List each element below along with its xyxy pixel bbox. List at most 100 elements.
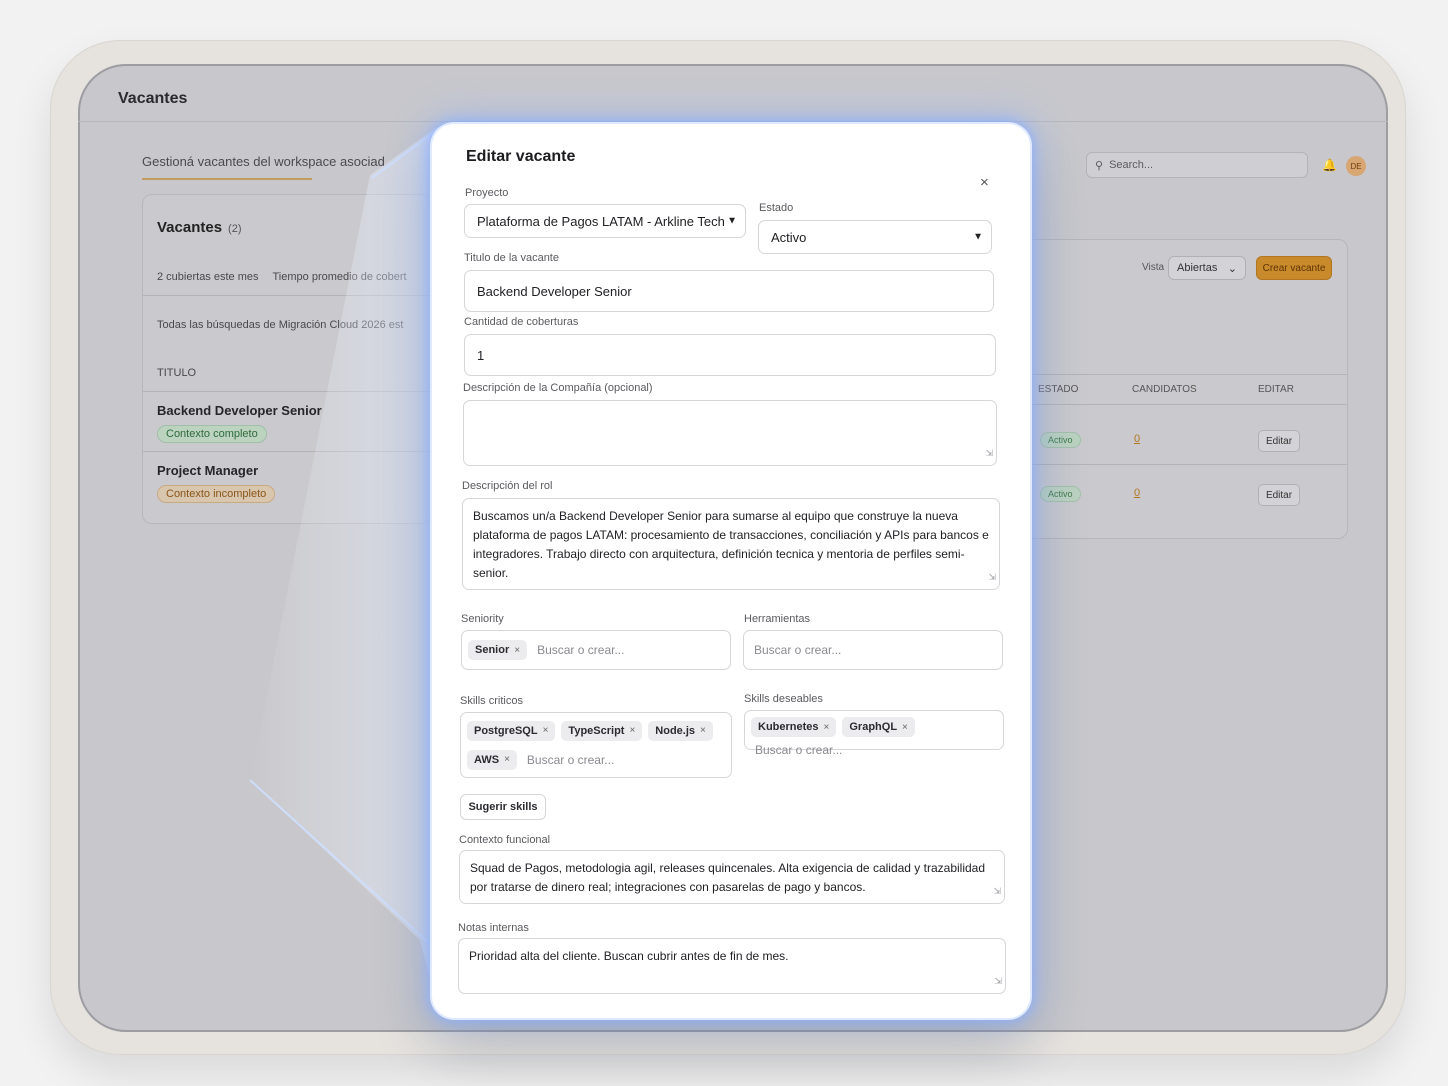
page-subtitle: Gestioná vacantes del workspace asociad (142, 154, 385, 169)
cantidad-label: Cantidad de coberturas (464, 316, 579, 328)
close-icon[interactable]: × (980, 174, 989, 191)
edit-button[interactable]: Editar (1258, 484, 1300, 506)
remove-icon[interactable]: × (824, 722, 830, 733)
tag-postgresql[interactable]: PostgreSQL × (467, 720, 556, 741)
tag-senior[interactable]: Senior × (468, 640, 528, 660)
desc-compania-textarea[interactable]: ⇲ (463, 400, 997, 466)
divider (1018, 464, 1348, 465)
desc-compania-label: Descripción de la Compañía (opcional) (463, 382, 653, 394)
vista-value: Abiertas (1177, 262, 1218, 274)
chevron-down-icon: ▼ (973, 231, 983, 243)
sugerir-skills-button[interactable]: Sugerir skills (460, 794, 546, 820)
tag-search-placeholder[interactable]: Buscar o crear... (523, 753, 614, 767)
notas-label: Notas internas (458, 922, 529, 934)
vacante-title-pm[interactable]: Project Manager (157, 463, 258, 478)
column-header-candidatos: CANDIDATOS (1132, 384, 1197, 395)
proyecto-select[interactable]: Plataforma de Pagos LATAM - Arkline Tech… (464, 204, 746, 238)
candidatos-link[interactable]: 0 (1134, 487, 1140, 499)
stat-tiempo: Tiempo promedio de cobert (272, 271, 407, 283)
estado-pill: Activo (1040, 432, 1081, 448)
proyecto-label: Proyecto (465, 187, 509, 199)
skills-criticos-tag-input[interactable]: PostgreSQL × TypeScript × Node.js × AWS × Bu… (460, 712, 732, 778)
remove-icon[interactable]: × (700, 725, 706, 736)
avatar[interactable]: DE (1346, 156, 1366, 176)
contexto-label: Contexto funcional (459, 834, 551, 846)
tag-typescript[interactable]: TypeScript × (561, 720, 643, 741)
tag-label: PostgreSQL (474, 724, 538, 737)
vista-label: Vista (1142, 262, 1165, 273)
tag-search-placeholder[interactable]: Buscar o crear... (750, 643, 841, 657)
proyecto-value: Plataforma de Pagos LATAM - Arkline Tech… (477, 213, 725, 229)
card-title: Vacantes (2) (157, 219, 242, 236)
divider (143, 295, 431, 296)
tag-graphql[interactable]: GraphQL × (842, 717, 915, 737)
app-header: Vacantes (78, 64, 1388, 122)
notas-textarea[interactable]: Prioridad alta del cliente. Buscan cubri… (458, 938, 1006, 994)
status-badge-incompleto: Contexto incompleto (157, 485, 276, 503)
column-header-editar: EDITAR (1258, 384, 1294, 395)
vacantes-count: (2) (228, 223, 242, 235)
tag-nodejs[interactable]: Node.js × (648, 720, 713, 741)
tag-kubernetes[interactable]: Kubernetes × (751, 717, 837, 737)
resize-handle-icon[interactable]: ⇲ (994, 972, 1002, 991)
desc-rol-label: Descripción del rol (462, 480, 553, 492)
card-title-text: Vacantes (157, 219, 223, 236)
skills-deseables-tag-input[interactable]: Kubernetes × GraphQL × Buscar o crear... (744, 710, 1004, 757)
edit-vacante-modal: Editar vacante × Proyecto Plataforma de … (432, 124, 1030, 1018)
remove-icon[interactable]: × (504, 754, 510, 765)
herramientas-tag-input[interactable]: Buscar o crear... (743, 630, 1003, 670)
tag-label: Kubernetes (758, 721, 819, 733)
cantidad-input[interactable]: 1 (464, 334, 996, 376)
divider (1018, 374, 1348, 375)
edit-button[interactable]: Editar (1258, 430, 1300, 452)
stats-row: 2 cubiertas este mes Tiempo promedio de c… (157, 271, 407, 283)
contexto-textarea[interactable]: Squad de Pagos, metodologia agil, releas… (459, 850, 1005, 904)
status-badge-completo: Contexto completo (157, 425, 267, 443)
seniority-label: Seniority (461, 613, 504, 625)
herramientas-label: Herramientas (744, 613, 811, 625)
bell-icon[interactable]: 🔔 (1322, 158, 1337, 172)
skills-criticos-label: Skills criticos (460, 695, 523, 707)
remove-icon[interactable]: × (902, 722, 908, 733)
divider (143, 391, 431, 392)
resize-handle-icon[interactable]: ⇲ (993, 882, 1001, 901)
tag-search-placeholder[interactable]: Buscar o crear... (751, 743, 842, 757)
seniority-tag-input[interactable]: Senior × Buscar o crear... (461, 630, 731, 670)
chevron-down-icon: ▼ (727, 215, 737, 227)
candidatos-link[interactable]: 0 (1134, 433, 1140, 445)
remove-icon[interactable]: × (543, 725, 549, 736)
titulo-input[interactable]: Backend Developer Senior (464, 270, 994, 312)
estado-pill: Activo (1040, 486, 1081, 502)
tag-label: AWS (474, 753, 500, 766)
resize-handle-icon[interactable]: ⇲ (985, 444, 993, 463)
search-input[interactable]: ⚲ Search... (1086, 152, 1308, 178)
estado-select[interactable]: Activo ▼ (758, 220, 992, 254)
tag-search-placeholder[interactable]: Buscar o crear... (533, 643, 624, 657)
estado-label: Estado (759, 202, 794, 214)
titulo-label: Titulo de la vacante (464, 252, 559, 264)
chevron-down-icon: ⌄ (1227, 262, 1237, 275)
desc-rol-value: Buscamos un/a Backend Developer Senior p… (473, 509, 989, 580)
remove-icon[interactable]: × (514, 645, 520, 656)
create-vacante-button[interactable]: Crear vacante (1256, 256, 1332, 280)
remove-icon[interactable]: × (629, 725, 635, 736)
estado-value: Activo (771, 229, 807, 245)
column-header-titulo: TITULO (157, 367, 197, 379)
notas-value: Prioridad alta del cliente. Buscan cubri… (469, 949, 789, 963)
divider (1018, 404, 1348, 405)
search-placeholder: Search... (1109, 159, 1154, 171)
stat-cubiertas: 2 cubiertas este mes (157, 271, 259, 283)
tag-label: Senior (475, 644, 510, 656)
column-header-estado: ESTADO (1038, 384, 1079, 395)
info-note: Todas las búsquedas de Migración Cloud 2… (157, 319, 404, 331)
resize-handle-icon[interactable]: ⇲ (988, 568, 996, 587)
modal-title: Editar vacante (466, 148, 576, 165)
vacante-title-backend[interactable]: Backend Developer Senior (157, 403, 322, 418)
contexto-value: Squad de Pagos, metodologia agil, releas… (470, 861, 986, 894)
tag-aws[interactable]: AWS × (467, 749, 517, 770)
divider (143, 451, 431, 452)
subtitle-underline (142, 178, 312, 180)
desc-rol-textarea[interactable]: Buscamos un/a Backend Developer Senior p… (462, 498, 1000, 590)
vista-select[interactable]: Abiertas ⌄ (1168, 256, 1246, 280)
page-title: Vacantes (118, 90, 188, 107)
